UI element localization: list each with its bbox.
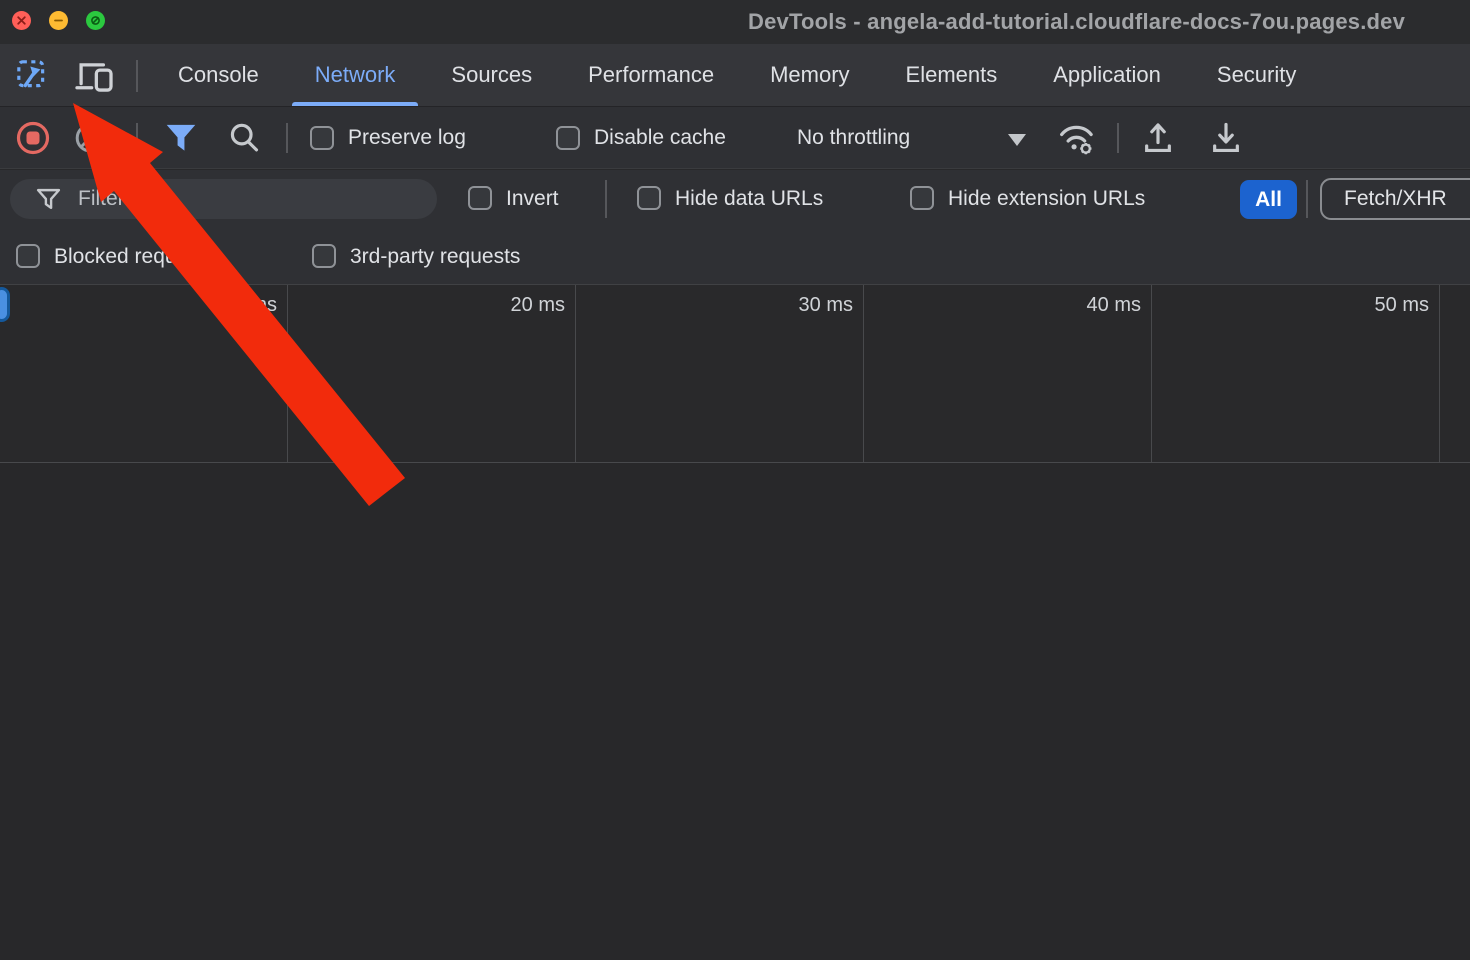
tab-network[interactable]: Network: [287, 44, 424, 106]
hide-extension-urls-label[interactable]: Hide extension URLs: [948, 187, 1145, 211]
inspect-cursor-icon: [16, 59, 50, 93]
filter-icon: [36, 188, 61, 211]
tab-memory[interactable]: Memory: [742, 44, 877, 106]
invert-checkbox[interactable]: [468, 186, 492, 210]
ruler-tick-partial: [1440, 285, 1470, 462]
toggle-device-toolbar-button[interactable]: [72, 58, 116, 94]
tab-application[interactable]: Application: [1025, 44, 1189, 106]
devtools-window: DevTools - angela-add-tutorial.cloudflar…: [0, 0, 1470, 960]
close-icon: [16, 15, 27, 26]
download-icon: [1209, 121, 1243, 155]
ruler-tick: 30 ms: [576, 285, 864, 462]
minimize-icon: [53, 15, 64, 26]
network-conditions-button[interactable]: [1057, 119, 1097, 157]
disable-cache-checkbox[interactable]: [556, 126, 580, 150]
hide-extension-urls-checkbox[interactable]: [910, 186, 934, 210]
record-network-log-button[interactable]: [15, 120, 51, 156]
filter-placeholder: Filter: [78, 187, 125, 211]
blocked-requests-checkbox[interactable]: [16, 244, 40, 268]
disable-cache-label[interactable]: Disable cache: [594, 126, 726, 150]
inspect-element-button[interactable]: [14, 58, 52, 94]
zoom-disabled-icon: [90, 15, 101, 26]
network-toolbar: Preserve log Disable cache No throttling: [0, 107, 1470, 169]
ruler-tick: 10 ms: [0, 285, 288, 462]
funnel-icon: [165, 123, 197, 153]
window-title: DevTools - angela-add-tutorial.cloudflar…: [748, 9, 1405, 35]
record-icon: [15, 120, 51, 156]
tab-security[interactable]: Security: [1189, 44, 1324, 106]
device-toolbar-icon: [74, 59, 114, 93]
preserve-log-label[interactable]: Preserve log: [348, 126, 466, 150]
toolbar-divider: [136, 60, 138, 92]
third-party-requests-label[interactable]: 3rd-party requests: [350, 245, 520, 269]
tab-console[interactable]: Console: [150, 44, 287, 106]
panel-tabs: Console Network Sources Performance Memo…: [150, 44, 1324, 106]
search-icon: [227, 121, 261, 155]
minimize-window-button[interactable]: [49, 11, 68, 30]
zoom-window-button[interactable]: [86, 11, 105, 30]
tab-sources[interactable]: Sources: [423, 44, 560, 106]
tab-elements[interactable]: Elements: [878, 44, 1026, 106]
filter-toggle-button[interactable]: [163, 122, 199, 154]
request-filter-row: Blocked requests 3rd-party requests: [0, 228, 1470, 285]
ruler-tick: 20 ms: [288, 285, 576, 462]
toolbar-divider: [1306, 180, 1308, 218]
titlebar: DevTools - angela-add-tutorial.cloudflar…: [0, 0, 1470, 44]
toolbar-divider: [605, 180, 607, 218]
toolbar-divider: [1117, 123, 1119, 153]
ruler-tick: 50 ms: [1152, 285, 1440, 462]
clear-icon: [74, 122, 106, 154]
upload-icon: [1141, 121, 1175, 155]
tab-performance[interactable]: Performance: [560, 44, 742, 106]
network-log-empty-area: Recording network activity… Perform a re…: [0, 463, 1470, 960]
filter-input[interactable]: Filter: [10, 179, 437, 219]
toolbar-divider: [136, 123, 138, 153]
blocked-requests-label[interactable]: Blocked requests: [54, 245, 215, 269]
wifi-gear-icon: [1057, 119, 1097, 157]
invert-label[interactable]: Invert: [506, 187, 559, 211]
ruler-drag-handle[interactable]: [0, 287, 10, 322]
throttling-select-value[interactable]: No throttling: [797, 126, 910, 150]
clear-network-log-button[interactable]: [72, 120, 108, 156]
export-har-button[interactable]: [1208, 120, 1244, 156]
hide-data-urls-checkbox[interactable]: [637, 186, 661, 210]
ruler-tick: 40 ms: [864, 285, 1152, 462]
hide-data-urls-label[interactable]: Hide data URLs: [675, 187, 823, 211]
search-network-button[interactable]: [225, 120, 263, 156]
traffic-lights: [12, 11, 105, 30]
preserve-log-checkbox[interactable]: [310, 126, 334, 150]
waterfall-ruler: 10 ms 20 ms 30 ms 40 ms 50 ms: [0, 285, 1470, 463]
toolbar-divider: [286, 123, 288, 153]
third-party-requests-checkbox[interactable]: [312, 244, 336, 268]
request-type-all-button[interactable]: All: [1240, 180, 1297, 219]
import-har-button[interactable]: [1140, 120, 1176, 156]
close-window-button[interactable]: [12, 11, 31, 30]
network-filter-bar: Filter Invert Hide data URLs Hide extens…: [0, 170, 1470, 228]
chevron-down-icon[interactable]: [1008, 134, 1026, 146]
request-type-fetch-xhr-button[interactable]: Fetch/XHR: [1320, 178, 1470, 220]
devtools-tabbar: Console Network Sources Performance Memo…: [0, 44, 1470, 107]
